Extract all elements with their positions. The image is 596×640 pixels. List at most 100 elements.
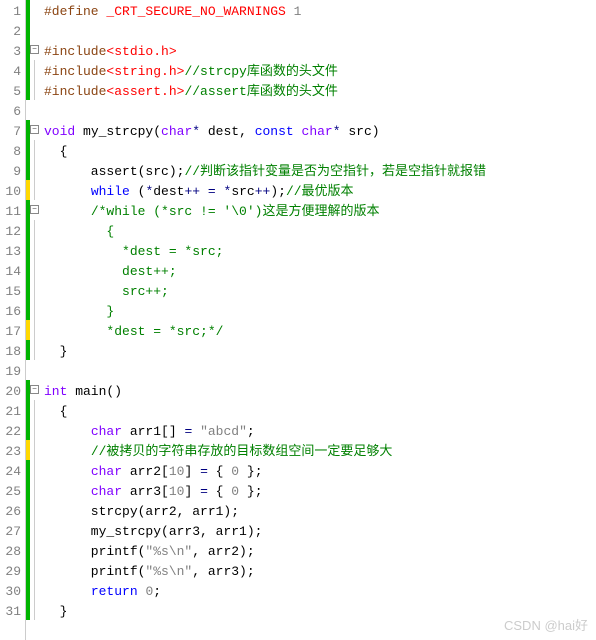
fold-guide [34,280,35,300]
token-txt: , arr2); [192,544,254,559]
fold-marker-column: − − − − [26,0,40,640]
token-cmt: //判断该指针变量是否为空指针，若是空指针就报错 [184,164,486,179]
token-txt: my_strcpy( [75,124,161,139]
marker-cell [26,100,40,120]
change-bar-saved [26,300,30,320]
marker-cell [26,460,40,480]
token-type: char [91,464,122,479]
token-op: * [333,124,341,139]
code-line[interactable]: #include<assert.h>//assert库函数的头文件 [44,82,486,102]
fold-guide [34,520,35,540]
marker-cell: − [26,120,40,140]
token-txt: ] [184,484,200,499]
code-line[interactable] [44,362,486,382]
marker-cell [26,420,40,440]
code-area[interactable]: #define _CRT_SECURE_NO_WARNINGS 1 #includ… [40,0,486,640]
token-txt [44,444,91,459]
fold-guide [34,440,35,460]
line-number: 21 [2,402,21,422]
fold-guide [34,420,35,440]
fold-guide [34,260,35,280]
token-txt: strcpy(arr2, arr1); [44,504,239,519]
fold-toggle-icon[interactable]: − [30,385,39,394]
change-bar-saved [26,500,30,520]
code-line[interactable]: strcpy(arr2, arr1); [44,502,486,522]
fold-guide [34,580,35,600]
line-number: 28 [2,542,21,562]
change-bar-unsaved [26,180,30,200]
fold-toggle-icon[interactable]: − [30,205,39,214]
code-line[interactable]: char arr2[10] = { 0 }; [44,462,486,482]
token-txt: printf( [44,544,145,559]
token-op: = [200,484,208,499]
code-line[interactable]: printf("%s\n", arr2); [44,542,486,562]
line-number: 30 [2,582,21,602]
code-line[interactable]: char arr1[] = "abcd"; [44,422,486,442]
token-txt [44,484,91,499]
marker-cell: − [26,40,40,60]
marker-cell [26,500,40,520]
token-str: 0 [231,464,239,479]
code-line[interactable]: } [44,602,486,622]
code-line[interactable]: { [44,222,486,242]
change-bar-saved [26,80,30,100]
line-number: 22 [2,422,21,442]
token-op: = [208,184,216,199]
line-number: 31 [2,602,21,622]
token-str: 10 [169,484,185,499]
code-line[interactable] [44,22,486,42]
code-line[interactable]: while (*dest++ = *src++);//最优版本 [44,182,486,202]
token-txt: arr1[] [122,424,184,439]
token-cmt: src++; [44,284,169,299]
line-number: 26 [2,502,21,522]
code-line[interactable]: #define _CRT_SECURE_NO_WARNINGS 1 [44,2,486,22]
token-cmt: //strcpy库函数的头文件 [184,64,337,79]
code-line[interactable]: dest++; [44,262,486,282]
token-cmt: { [44,224,114,239]
marker-cell [26,580,40,600]
code-line[interactable]: #include<string.h>//strcpy库函数的头文件 [44,62,486,82]
line-number: 29 [2,562,21,582]
fold-toggle-icon[interactable]: − [30,125,39,134]
code-line[interactable]: assert(src);//判断该指针变量是否为空指针，若是空指针就报错 [44,162,486,182]
code-line[interactable]: printf("%s\n", arr3); [44,562,486,582]
code-line[interactable]: return 0; [44,582,486,602]
marker-cell [26,20,40,40]
token-txt: dest [153,184,184,199]
code-line[interactable]: src++; [44,282,486,302]
token-pp: #define [44,4,99,19]
code-line[interactable]: } [44,342,486,362]
token-cmt: //最优版本 [286,184,354,199]
fold-toggle-icon[interactable]: − [30,45,39,54]
change-bar-unsaved [26,440,30,460]
line-number: 23 [2,442,21,462]
token-txt: my_strcpy(arr3, arr1); [44,524,262,539]
code-line[interactable]: } [44,302,486,322]
code-line[interactable]: int main() [44,382,486,402]
code-line[interactable] [44,102,486,122]
code-line[interactable]: char arr3[10] = { 0 }; [44,482,486,502]
code-line[interactable]: /*while (*src != '\0')这是方便理解的版本 [44,202,486,222]
token-str: "%s\n" [145,544,192,559]
marker-cell [26,300,40,320]
token-txt: ( [130,184,146,199]
change-bar-saved [26,280,30,300]
token-txt: } [44,604,67,619]
token-inc: <string.h> [106,64,184,79]
change-bar-saved [26,140,30,160]
line-number: 15 [2,282,21,302]
code-line[interactable]: { [44,402,486,422]
code-line[interactable]: { [44,142,486,162]
token-pp: #include [44,44,106,59]
marker-cell [26,60,40,80]
code-line[interactable]: void my_strcpy(char* dest, const char* s… [44,122,486,142]
code-line[interactable]: my_strcpy(arr3, arr1); [44,522,486,542]
line-number: 6 [2,102,21,122]
code-line[interactable]: //被拷贝的字符串存放的目标数组空间一定要足够大 [44,442,486,462]
code-line[interactable]: #include<stdio.h> [44,42,486,62]
token-cmt: //assert库函数的头文件 [184,84,337,99]
code-line[interactable]: *dest = *src; [44,242,486,262]
token-inc: _CRT_SECURE_NO_WARNINGS [106,4,285,19]
code-line[interactable]: *dest = *src;*/ [44,322,486,342]
token-kw: return [91,584,138,599]
